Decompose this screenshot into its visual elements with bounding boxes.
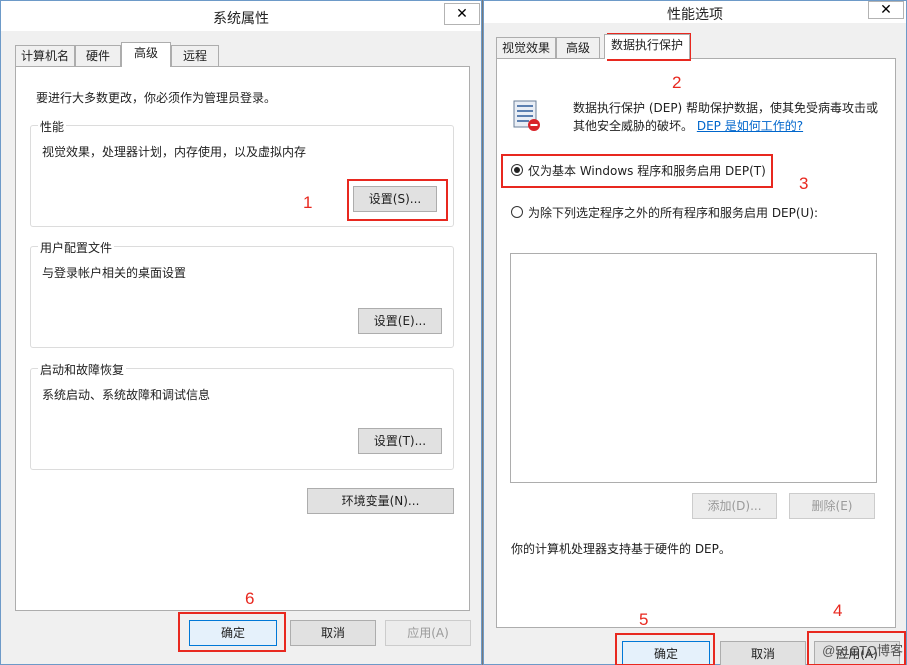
dep-all-except-radio[interactable]: [511, 206, 523, 218]
add-program-button[interactable]: 添加(D)...: [692, 493, 777, 519]
user-profile-description: 与登录帐户相关的桌面设置: [42, 266, 187, 280]
tab-computer-name[interactable]: 计算机名: [15, 45, 75, 67]
tab-hardware[interactable]: 硬件: [75, 45, 121, 67]
hardware-dep-support-note: 你的计算机处理器支持基于硬件的 DEP。: [511, 542, 731, 556]
annotation-number-5: 5: [639, 610, 649, 629]
cancel-button[interactable]: 取消: [720, 641, 806, 665]
annotation-box-1: [347, 179, 448, 221]
cancel-button[interactable]: 取消: [290, 620, 376, 646]
system-properties-titlebar: 系统属性 ✕: [1, 1, 481, 31]
annotation-number-1: 1: [303, 193, 313, 212]
remove-program-button[interactable]: 删除(E): [789, 493, 875, 519]
performance-options-window: 性能选项 ✕ 视觉效果 高级 数据执行保护 数据执行保护 (DEP) 帮助保护数…: [483, 0, 907, 665]
window-title: 系统属性: [213, 11, 269, 27]
tab-remote[interactable]: 远程: [171, 45, 219, 67]
performance-description: 视觉效果，处理器计划，内存使用，以及虚拟内存: [42, 145, 307, 159]
tab-dep[interactable]: 数据执行保护: [604, 34, 690, 59]
close-icon: ✕: [456, 6, 468, 22]
admin-note: 要进行大多数更改，你必须作为管理员登录。: [36, 91, 277, 105]
apply-button[interactable]: 应用(A): [385, 620, 471, 646]
annotation-number-4: 4: [833, 601, 843, 620]
startup-recovery-group: [30, 368, 454, 470]
annotation-box-5: [615, 633, 715, 665]
dep-all-except-radio-label[interactable]: 为除下列选定程序之外的所有程序和服务启用 DEP(U):: [528, 204, 818, 221]
startup-recovery-description: 系统启动、系统故障和调试信息: [42, 388, 211, 402]
tab-advanced[interactable]: 高级: [121, 42, 171, 67]
startup-recovery-settings-button[interactable]: 设置(T)...: [358, 428, 442, 454]
user-profile-settings-button[interactable]: 设置(E)...: [358, 308, 442, 334]
dep-shield-icon: [511, 99, 543, 133]
watermark: @51CTO博客: [822, 643, 903, 658]
annotation-number-3: 3: [799, 174, 809, 193]
system-properties-window: 系统属性 ✕ 计算机名 硬件 高级 远程 要进行大多数更改，你必须作为管理员登录…: [0, 0, 482, 665]
tab-visual-effects[interactable]: 视觉效果: [496, 37, 556, 59]
dep-description-line2-text: 其他安全威胁的破坏。: [573, 119, 694, 133]
performance-options-titlebar: 性能选项 ✕: [484, 1, 906, 23]
dep-help-link[interactable]: DEP 是如何工作的?: [697, 119, 803, 133]
dep-description-line2: 其他安全威胁的破坏。 DEP 是如何工作的?: [573, 117, 803, 134]
close-button[interactable]: ✕: [868, 1, 904, 19]
environment-variables-button[interactable]: 环境变量(N)...: [307, 488, 454, 514]
window-title: 性能选项: [667, 7, 723, 23]
annotation-number-6: 6: [245, 589, 255, 608]
annotation-number-2: 2: [672, 73, 682, 92]
annotation-box-3: [501, 154, 773, 188]
dep-tab-panel: 数据执行保护 (DEP) 帮助保护数据，使其免受病毒攻击或 其他安全威胁的破坏。…: [496, 58, 896, 628]
performance-label: 性能: [38, 118, 67, 135]
close-icon: ✕: [880, 2, 892, 18]
tab-advanced[interactable]: 高级: [556, 37, 600, 59]
advanced-tab-panel: 要进行大多数更改，你必须作为管理员登录。 性能 视觉效果，处理器计划，内存使用，…: [15, 66, 470, 611]
annotation-box-6: [178, 612, 286, 652]
user-profile-label: 用户配置文件: [38, 239, 115, 256]
dep-description-line1: 数据执行保护 (DEP) 帮助保护数据，使其免受病毒攻击或: [573, 101, 879, 115]
dep-exception-list[interactable]: [510, 253, 877, 483]
close-button[interactable]: ✕: [444, 3, 480, 25]
startup-recovery-label: 启动和故障恢复: [38, 361, 127, 378]
